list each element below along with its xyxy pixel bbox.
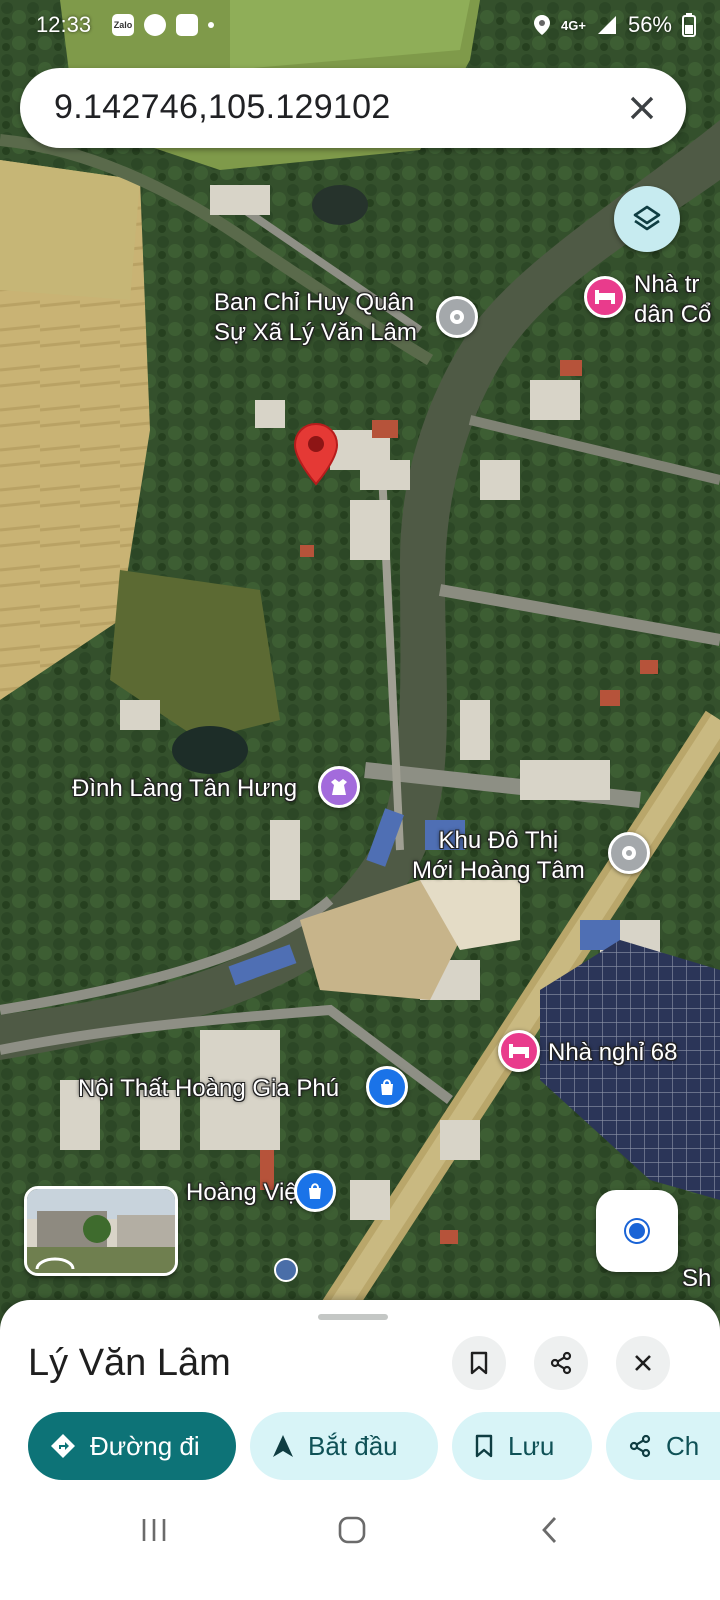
battery-icon [682, 13, 696, 37]
search-query[interactable]: 9.142746,105.129102 [54, 88, 391, 127]
location-icon [534, 15, 551, 35]
system-navigation-bar [0, 1488, 720, 1568]
recent-apps-button[interactable] [134, 1510, 174, 1550]
home-icon [338, 1516, 366, 1544]
my-location-icon [626, 1220, 648, 1242]
map-label-text: Nhà tr dân Cổ [634, 271, 712, 328]
map-label-nha-nghi-68[interactable]: Nhà nghỉ 68 [548, 1038, 677, 1068]
place-pin-icon[interactable] [608, 832, 650, 874]
bookmark-icon [474, 1434, 494, 1458]
street-view-image [27, 1189, 175, 1273]
start-navigation-button[interactable]: Bắt đầu [250, 1412, 438, 1480]
map-label-text: Hoàng Việt [186, 1179, 305, 1206]
home-button[interactable] [332, 1510, 372, 1550]
bookmark-icon [470, 1351, 488, 1375]
recent-apps-icon [142, 1519, 166, 1541]
directions-label: Đường đi [90, 1430, 200, 1461]
share-icon [628, 1434, 652, 1458]
save-label: Lưu [508, 1430, 555, 1461]
place-pin-icon[interactable] [436, 296, 478, 338]
start-label: Bắt đầu [308, 1430, 398, 1461]
selected-location-marker-icon [293, 422, 339, 486]
map-label-khu-do-thi[interactable]: Khu Đô Thị Mới Hoàng Tâm [412, 826, 585, 886]
notification-icons: Zalo [112, 14, 214, 36]
map-label-text: Nhà nghỉ 68 [548, 1039, 678, 1066]
map-label-dinh-lang-tan-hung[interactable]: Đình Làng Tân Hưng [72, 774, 297, 804]
navigation-arrow-icon [272, 1434, 294, 1458]
map-label-military-command[interactable]: Ban Chỉ Huy Quân Sự Xã Lý Văn Lâm [214, 288, 417, 348]
map-layers-button[interactable] [614, 186, 680, 252]
search-bar[interactable]: 9.142746,105.129102 [20, 68, 686, 148]
share-label: Ch [666, 1430, 700, 1461]
battery-percent: 56% [627, 12, 672, 37]
shopping-icon[interactable] [366, 1066, 408, 1108]
bus-stop-icon[interactable] [274, 1258, 298, 1282]
landmark-icon[interactable] [318, 766, 360, 808]
map-label-hoang-viet[interactable]: Hoàng Việt [186, 1178, 304, 1208]
gallery-icon [176, 14, 198, 36]
lodging-icon[interactable] [498, 1030, 540, 1072]
action-chips: Đường đi Bắt đầu Lưu Ch [28, 1412, 720, 1480]
close-icon [635, 1355, 651, 1371]
dot-icon [208, 22, 214, 28]
map-label-text: Sh [682, 1265, 712, 1292]
back-icon [542, 1517, 557, 1543]
place-title: Lý Văn Lâm [28, 1342, 231, 1384]
map-label-noi-that-hoang-gia-phu[interactable]: Nội Thất Hoàng Gia Phú [78, 1074, 339, 1104]
clock: 12:33 [36, 12, 92, 37]
shopping-icon[interactable] [294, 1170, 336, 1212]
zalo-icon: Zalo [112, 14, 134, 36]
share-icon [550, 1351, 572, 1375]
share-place-button[interactable] [534, 1336, 588, 1390]
map-label-text: Khu Đô Thị Mới Hoàng Tâm [412, 827, 585, 884]
save-button[interactable]: Lưu [452, 1412, 592, 1480]
layers-icon [633, 205, 661, 231]
save-place-button[interactable] [452, 1336, 506, 1390]
close-icon [630, 96, 654, 120]
signal-icon [597, 16, 616, 34]
map-label-nha-tro[interactable]: Nhà tr dân Cổ [634, 270, 711, 330]
close-sheet-button[interactable] [616, 1336, 670, 1390]
directions-button[interactable]: Đường đi [28, 1412, 236, 1480]
lodging-icon[interactable] [584, 276, 626, 318]
my-location-button[interactable] [596, 1190, 678, 1272]
street-view-thumbnail[interactable] [24, 1186, 178, 1276]
map-label-text: Nội Thất Hoàng Gia Phú [78, 1075, 340, 1102]
map-label-text: Ban Chỉ Huy Quân Sự Xã Lý Văn Lâm [214, 289, 417, 346]
sheet-drag-handle[interactable] [318, 1314, 388, 1320]
back-button[interactable] [530, 1510, 570, 1550]
map-label-text: Đình Làng Tân Hưng [72, 775, 298, 802]
status-bar: 12:33 Zalo 4G+ 56% [0, 0, 720, 52]
share-button[interactable]: Ch [606, 1412, 720, 1480]
messenger-icon [144, 14, 166, 36]
clear-search-button[interactable] [622, 88, 662, 128]
map-label-partial-sh[interactable]: Sh [682, 1264, 711, 1294]
directions-icon [50, 1433, 76, 1459]
network-type: 4G+ [561, 17, 586, 33]
